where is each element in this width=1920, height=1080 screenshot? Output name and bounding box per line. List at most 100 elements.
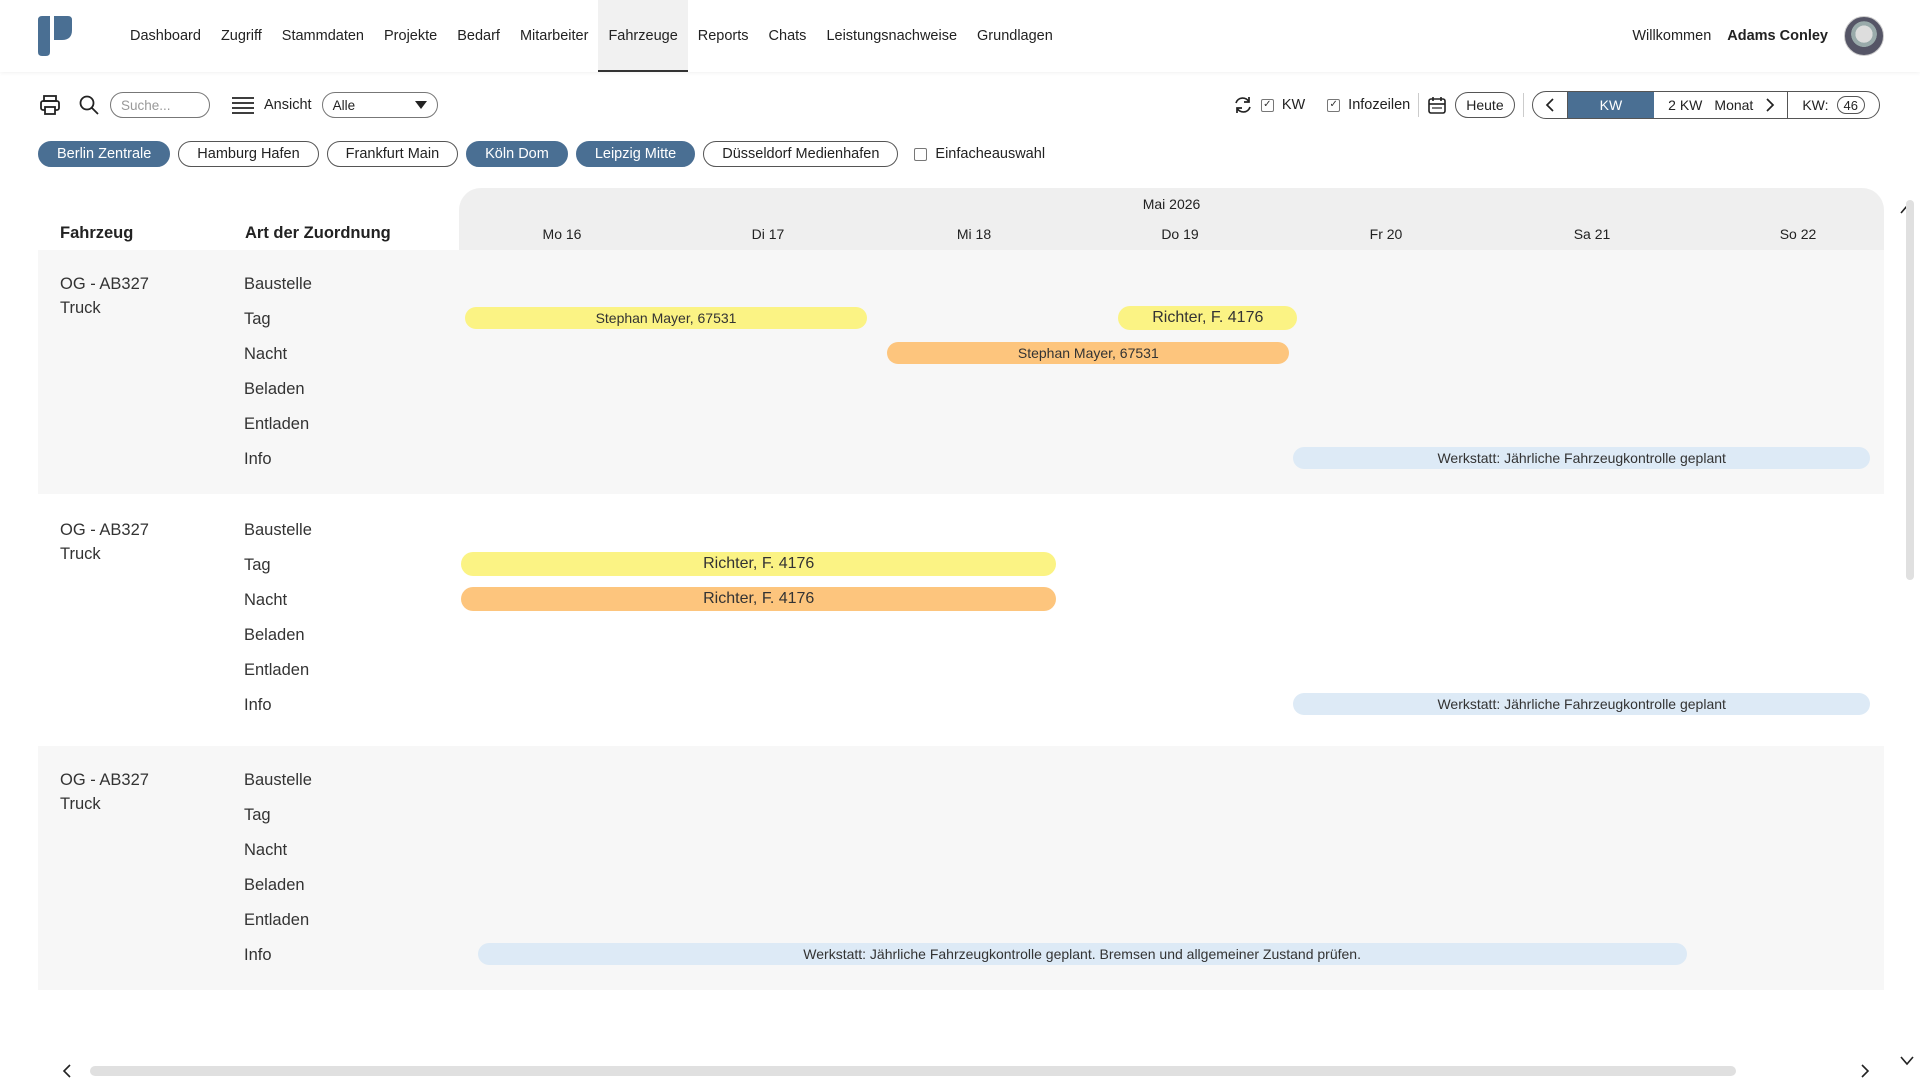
chevron-right-icon — [1766, 98, 1775, 112]
day-column-header: Mi 18 — [956, 226, 992, 242]
list-view-icon[interactable] — [232, 96, 254, 114]
nav-item-projekte[interactable]: Projekte — [374, 0, 447, 72]
vehicle-group: OG - AB327 Truck Baustelle Tag Nacht Beladen E… — [38, 250, 1884, 494]
welcome-text: Willkommen — [1632, 28, 1712, 44]
vehicle-type: Truck — [60, 795, 101, 813]
vehicle-info[interactable]: OG - AB327 Truck — [60, 272, 149, 320]
period-selector: KW 2 KW Monat KW: 46 — [1531, 91, 1880, 119]
dropdown-caret-icon — [414, 101, 427, 109]
vehicle-plate: OG - AB327 — [60, 275, 149, 293]
nav-item-chats[interactable]: Chats — [759, 0, 817, 72]
vehicle-type: Truck — [60, 299, 101, 317]
single-select-checkbox[interactable] — [914, 147, 928, 161]
vehicle-info[interactable]: OG - AB327 Truck — [60, 768, 149, 816]
assignment-bar[interactable]: Richter, F. 4176 — [461, 552, 1057, 576]
ansicht-label: Ansicht — [264, 97, 312, 113]
calendar-icon[interactable] — [1427, 95, 1447, 115]
location-chip[interactable]: Hamburg Hafen — [178, 141, 319, 167]
assignment-row-label: Nacht — [244, 345, 288, 363]
horizontal-scrollbar[interactable] — [90, 1066, 1736, 1076]
infozeilen-checkbox[interactable]: ✓ — [1327, 98, 1341, 112]
assignment-row-label: Entladen — [244, 415, 310, 433]
nav-item-zugriff[interactable]: Zugriff — [211, 0, 272, 72]
search-icon[interactable] — [78, 94, 100, 116]
search-input[interactable] — [110, 92, 210, 118]
vehicle-plate: OG - AB327 — [60, 771, 149, 789]
assignment-bar[interactable]: Werkstatt: Jährliche Fahrzeugkontrolle g… — [1293, 693, 1871, 715]
assignment-bar[interactable]: Richter, F. 4176 — [461, 587, 1057, 611]
nav-item-bedarf[interactable]: Bedarf — [447, 0, 510, 72]
day-column-header: Fr 20 — [1369, 226, 1403, 242]
assignment-row-label: Beladen — [244, 876, 305, 894]
previous-period-button[interactable] — [1533, 92, 1567, 118]
assignment-bar[interactable]: Stephan Mayer, 67531 — [887, 342, 1290, 364]
assignment-row-label: Baustelle — [244, 771, 312, 789]
nav-item-dashboard[interactable]: Dashboard — [120, 0, 211, 72]
assignment-bar[interactable]: Werkstatt: Jährliche Fahrzeugkontrolle g… — [1293, 447, 1871, 469]
vertical-scrollbar[interactable] — [1906, 200, 1914, 580]
vehicle-info[interactable]: OG - AB327 Truck — [60, 518, 149, 566]
location-chip[interactable]: Düsseldorf Medienhafen — [703, 141, 899, 167]
nav-item-grundlagen[interactable]: Grundlagen — [967, 0, 1063, 72]
top-navigation-bar: Dashboard Zugriff Stammdaten Projekte Bedarf… — [0, 0, 1920, 72]
day-column-header: So 22 — [1779, 226, 1817, 242]
week-number-value[interactable]: 46 — [1836, 96, 1865, 114]
assignment-row-label: Entladen — [244, 661, 310, 679]
assignment-row-label: Beladen — [244, 626, 305, 644]
refresh-icon[interactable] — [1233, 95, 1253, 115]
location-chip[interactable]: Frankfurt Main — [326, 141, 459, 167]
avatar[interactable] — [1844, 16, 1884, 56]
nav-item-leistungsnachweise[interactable]: Leistungsnachweise — [816, 0, 967, 72]
week-number-selector[interactable]: KW: 46 — [1787, 92, 1879, 118]
scroll-left-icon[interactable] — [62, 1064, 72, 1078]
location-chip[interactable]: Berlin Zentrale — [38, 141, 171, 167]
day-column-header: Mo 16 — [542, 226, 582, 242]
ansicht-selected-value: Alle — [332, 97, 356, 113]
location-filters: Berlin Zentrale Hamburg Hafen Frankfurt Ma… — [38, 140, 1045, 168]
vehicle-column-title: Fahrzeug — [60, 224, 134, 242]
assignment-row-label: Info — [244, 946, 272, 964]
today-button[interactable]: Heute — [1455, 92, 1515, 118]
assignment-row-label: Tag — [244, 310, 271, 328]
scroll-down-icon[interactable] — [1900, 1056, 1914, 1066]
vehicle-plate: OG - AB327 — [60, 521, 149, 539]
week-number-label: KW: — [1802, 97, 1829, 113]
period-kw-button[interactable]: KW — [1566, 92, 1655, 118]
user-area: Willkommen Adams Conley — [1632, 0, 1884, 72]
location-chip[interactable]: Köln Dom — [466, 141, 568, 167]
main-menu: Dashboard Zugriff Stammdaten Projekte Bedarf… — [120, 0, 1063, 72]
day-column-header: Di 17 — [751, 226, 785, 242]
assignment-row-label: Entladen — [244, 911, 310, 929]
infozeilen-checkbox-label: Infozeilen — [1348, 97, 1411, 113]
assignment-bar[interactable]: Stephan Mayer, 67531 — [465, 307, 867, 329]
assignment-row-label: Tag — [244, 556, 271, 574]
nav-item-fahrzeuge[interactable]: Fahrzeuge — [598, 0, 689, 72]
nav-item-stammdaten[interactable]: Stammdaten — [272, 0, 374, 72]
assignment-row-label: Baustelle — [244, 275, 312, 293]
chevron-left-icon — [1545, 98, 1554, 112]
assignment-rows: Baustelle Tag Nacht Beladen Entladen Info — [244, 768, 312, 978]
ansicht-select[interactable]: Alle — [321, 92, 438, 118]
print-icon[interactable] — [38, 93, 62, 117]
single-select-toggle[interactable]: Einfacheauswahl — [914, 146, 1045, 162]
assignment-column-title: Art der Zuordnung — [245, 224, 391, 242]
kw-checkbox-label: KW — [1281, 97, 1306, 113]
assignment-bar[interactable]: Werkstatt: Jährliche Fahrzeugkontrolle g… — [477, 943, 1687, 965]
month-label: Mai 2026 — [1142, 196, 1201, 212]
nav-item-mitarbeiter[interactable]: Mitarbeiter — [510, 0, 599, 72]
next-period-button[interactable] — [1761, 92, 1787, 118]
user-name[interactable]: Adams Conley — [1727, 28, 1828, 44]
app-logo[interactable] — [38, 16, 72, 56]
day-column-header: Do 19 — [1161, 226, 1199, 242]
period-month-button[interactable]: Monat — [1706, 92, 1761, 118]
divider — [1418, 93, 1420, 117]
vehicle-group: OG - AB327 Truck Baustelle Tag Nacht Beladen E… — [38, 496, 1884, 740]
period-2kw-button[interactable]: 2 KW — [1654, 92, 1706, 118]
scroll-right-icon[interactable] — [1860, 1064, 1870, 1078]
kw-checkbox[interactable]: ✓ — [1260, 98, 1274, 112]
assignment-bar[interactable]: Richter, F. 4176 — [1118, 306, 1298, 330]
location-chip[interactable]: Leipzig Mitte — [575, 141, 696, 167]
assignment-row-label: Tag — [244, 806, 271, 824]
nav-item-reports[interactable]: Reports — [688, 0, 759, 72]
toolbar-right: ✓ KW ✓ Infozeilen Heute KW 2 KW Monat KW… — [1233, 90, 1880, 120]
